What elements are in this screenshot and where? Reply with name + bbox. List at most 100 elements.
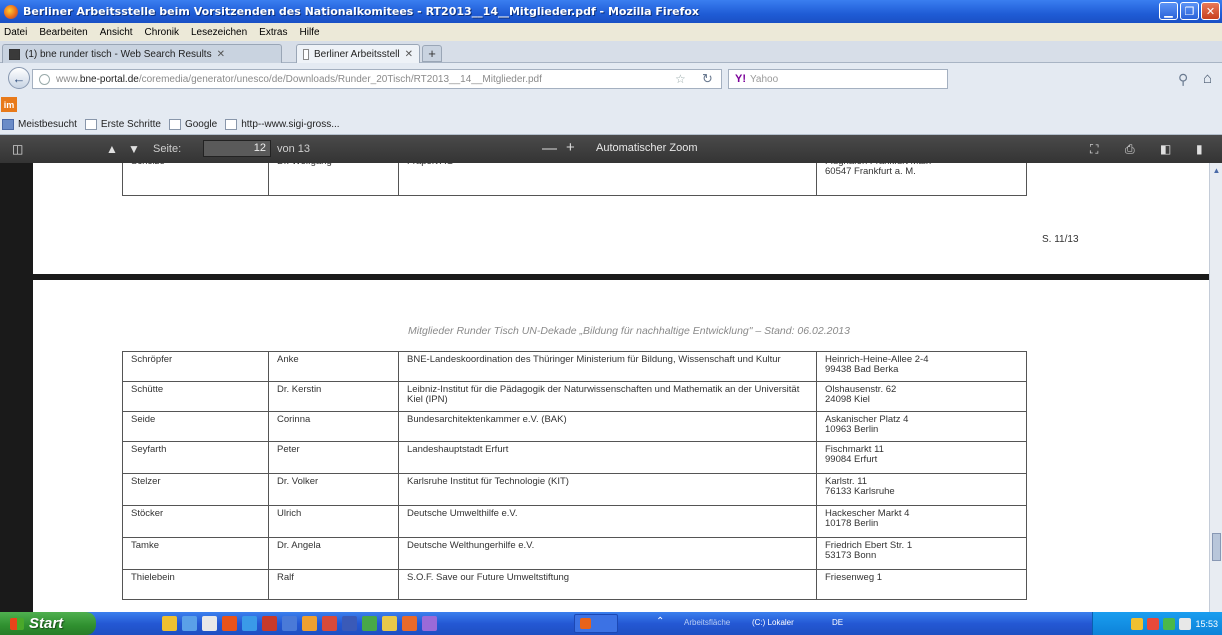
quicklaunch-icon[interactable]	[222, 616, 237, 631]
menu-item-hilfe[interactable]: Hilfe	[300, 27, 320, 38]
quicklaunch-icon[interactable]	[402, 616, 417, 631]
table-cell: Stelzer	[122, 473, 269, 506]
bookmark-sigi-gross[interactable]: http--www.sigi-gross...	[225, 119, 340, 130]
bookmark-google[interactable]: Google	[168, 119, 217, 130]
navigation-bar: ← www. bne-portal.de /coremedia/generato…	[0, 63, 1222, 95]
minimize-button[interactable]: ▁	[1159, 2, 1178, 20]
close-button[interactable]: ✕	[1201, 2, 1220, 20]
quicklaunch-icon[interactable]	[182, 616, 197, 631]
scroll-thumb[interactable]	[1212, 533, 1221, 561]
table-cell: Landeshauptstadt Erfurt	[398, 441, 817, 474]
window-title: Berliner Arbeitsstelle beim Vorsitzenden…	[23, 5, 700, 18]
fullscreen-icon[interactable]: ⛶	[1090, 142, 1098, 157]
url-prefix: www.	[56, 73, 80, 85]
quicklaunch-icon[interactable]	[382, 616, 397, 631]
firefox-icon	[4, 4, 18, 19]
previous-page-icon[interactable]: ▲	[106, 142, 118, 156]
quicklaunch-icon[interactable]	[242, 616, 257, 631]
system-tray: 15:53	[1092, 612, 1222, 635]
tray-icon[interactable]	[1147, 617, 1160, 630]
new-tab-button[interactable]: +	[422, 45, 442, 62]
start-label: Start	[29, 615, 64, 632]
quicklaunch-icon[interactable]	[362, 616, 377, 631]
quicklaunch-icon[interactable]	[302, 616, 317, 631]
zoom-select[interactable]: Automatischer Zoom	[596, 142, 697, 154]
table-cell: S.O.F. Save our Future Umweltstiftung	[398, 569, 817, 600]
print-icon[interactable]: ⎙	[1125, 142, 1135, 157]
home-icon[interactable]: ⌂	[1203, 70, 1212, 87]
search-placeholder: Yahoo	[750, 73, 779, 85]
toolbar-expand-icon[interactable]: ⌃	[656, 616, 664, 627]
quicklaunch-icon[interactable]	[262, 616, 277, 631]
start-button[interactable]: Start	[0, 612, 96, 635]
tray-icon[interactable]	[1163, 617, 1176, 630]
bookmark-erste-schritte[interactable]: Erste Schritte	[84, 119, 161, 130]
menu-item-bearbeiten[interactable]: Bearbeiten	[39, 27, 87, 38]
desktop-toolbar-label[interactable]: Arbeitsfläche	[684, 618, 730, 627]
bookmark-star-icon[interactable]: ☆	[675, 72, 686, 86]
url-path: /coremedia/generator/unesco/de/Downloads…	[138, 73, 542, 85]
quicklaunch-icon[interactable]	[422, 616, 437, 631]
page-icon	[225, 119, 238, 130]
site-identity-icon[interactable]	[39, 73, 50, 85]
url-bar[interactable]: www. bne-portal.de /coremedia/generator/…	[32, 69, 722, 89]
menu-item-datei[interactable]: Datei	[4, 27, 27, 38]
table-cell: Dr. Angela	[268, 537, 399, 570]
bookmark-icon[interactable]: ▮	[1196, 142, 1203, 156]
drive-toolbar-label[interactable]: (C:) Lokaler	[752, 618, 794, 627]
menu-item-lesezeichen[interactable]: Lesezeichen	[191, 27, 247, 38]
next-page-icon[interactable]: ▼	[128, 142, 140, 156]
maximize-button[interactable]: ❐	[1180, 2, 1199, 20]
quicklaunch-icon[interactable]	[322, 616, 337, 631]
tab-label: (1) bne runder tisch - Web Search Result…	[25, 48, 212, 60]
table-cell: Dr. Volker	[268, 473, 399, 506]
download-icon[interactable]: ◧	[1160, 142, 1171, 156]
menu-item-chronik[interactable]: Chronik	[145, 27, 179, 38]
menu-bar: Datei Bearbeiten Ansicht Chronik Lesezei…	[0, 23, 1222, 41]
table-cell: Fischmarkt 11 99084 Erfurt	[816, 441, 1027, 474]
bookmark-label: Erste Schritte	[100, 119, 161, 130]
close-tab-icon[interactable]: ✕	[217, 49, 225, 60]
page-number-input[interactable]: 12	[203, 140, 271, 157]
pdf-toolbar: ◫ ▲ ▼ Seite: 12 von 13 — + Automatischer…	[0, 135, 1222, 163]
quicklaunch-icon[interactable]	[282, 616, 297, 631]
table-row: Seyfarth Peter Landeshauptstadt Erfurt F…	[122, 441, 1027, 474]
quicklaunch-icon[interactable]	[162, 616, 177, 631]
page-count: von 13	[277, 143, 311, 155]
sidebar-toggle-icon[interactable]: ◫	[12, 142, 23, 156]
back-button[interactable]: ←	[8, 67, 30, 89]
firefox-icon	[580, 618, 591, 629]
table-row: Stelzer Dr. Volker Karlsruhe Institut fü…	[122, 473, 1027, 506]
tab-search-results[interactable]: (1) bne runder tisch - Web Search Result…	[2, 44, 282, 63]
zoom-out-button[interactable]: —	[542, 140, 557, 157]
taskbar: Start ⌃ Arbeitsfläche (C:) Lokaler DE 15…	[0, 612, 1222, 635]
table-cell: Scholze	[122, 163, 269, 196]
table-cell: Ulrich	[268, 505, 399, 538]
search-bar[interactable]: Y! Yahoo	[728, 69, 948, 89]
menu-item-ansicht[interactable]: Ansicht	[100, 27, 133, 38]
table-row: Scholze Dr. Wolfgang Fraport AG Flughafe…	[122, 163, 1027, 196]
close-tab-icon[interactable]: ✕	[405, 49, 413, 60]
table-cell: Hackescher Markt 4 10178 Berlin	[816, 505, 1027, 538]
tab-pdf[interactable]: Berliner Arbeitsstelle beim Vorsitzenden…	[296, 44, 420, 63]
quicklaunch-icon[interactable]	[342, 616, 357, 631]
search-icon[interactable]: ⚲	[1178, 71, 1188, 88]
tray-icon[interactable]	[1131, 617, 1144, 630]
quicklaunch-icon[interactable]	[202, 616, 217, 631]
reload-icon[interactable]: ↻	[702, 71, 713, 87]
table-cell: Karlsruhe Institut für Technologie (KIT)	[398, 473, 817, 506]
vertical-scrollbar[interactable]: ▲	[1209, 163, 1222, 612]
language-indicator[interactable]: DE	[832, 618, 843, 627]
im-logo-icon[interactable]: im	[1, 97, 17, 112]
zoom-in-button[interactable]: +	[566, 139, 575, 156]
scroll-up-icon[interactable]: ▲	[1212, 166, 1221, 175]
menu-item-extras[interactable]: Extras	[259, 27, 287, 38]
clock[interactable]: 15:53	[1195, 619, 1218, 629]
bookmark-meistbesucht[interactable]: Meistbesucht	[2, 119, 77, 130]
tray-icon[interactable]	[1179, 617, 1192, 630]
table-cell: Tamke	[122, 537, 269, 570]
taskbar-button-firefox[interactable]	[574, 614, 618, 633]
yahoo-icon[interactable]: Y!	[735, 73, 746, 85]
document-header: Mitglieder Runder Tisch UN-Dekade „Bildu…	[408, 325, 850, 337]
pdf-viewer[interactable]: Scholze Dr. Wolfgang Fraport AG Flughafe…	[0, 163, 1209, 612]
